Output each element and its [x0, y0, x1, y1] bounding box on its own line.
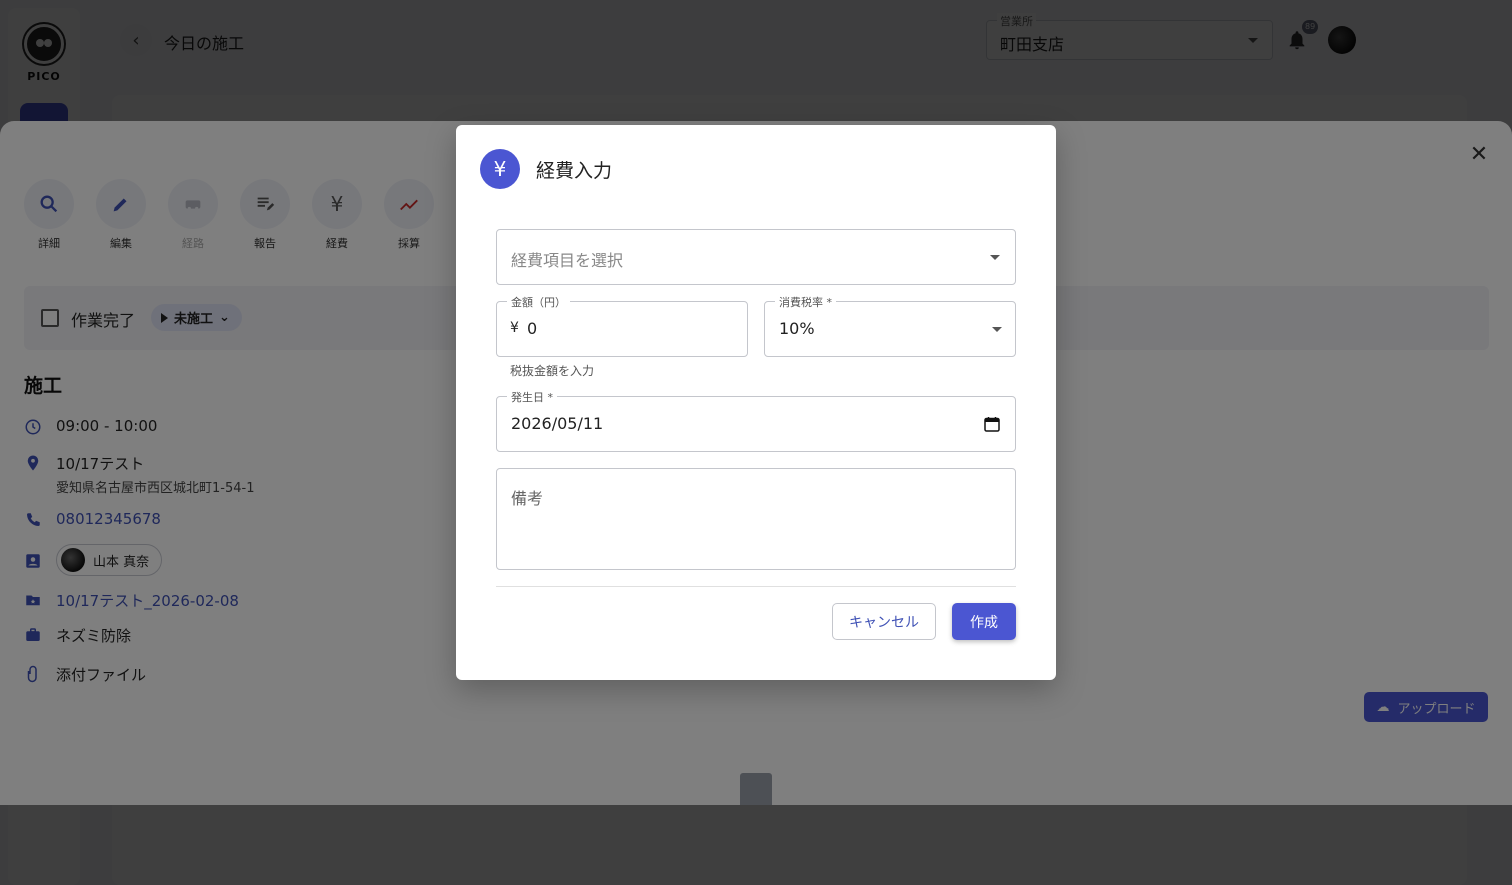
tax-rate-label: 消費税率 * — [775, 294, 836, 310]
yen-icon: ¥ — [480, 149, 520, 189]
cancel-button[interactable]: キャンセル — [832, 603, 936, 640]
modal-title: 経費入力 — [536, 159, 613, 182]
expense-modal: ¥ 経費入力 経費項目を選択 金額（円） ¥ 0 消費税率 * 10% 税抜金額… — [456, 125, 1056, 680]
amount-helper-text: 税抜金額を入力 — [510, 364, 595, 378]
tax-rate-value: 10% — [779, 319, 815, 338]
date-field[interactable]: 発生日 * 2026/05/11 — [496, 389, 1016, 452]
expense-item-placeholder: 経費項目を選択 — [511, 251, 624, 270]
expense-item-select[interactable]: 経費項目を選択 — [496, 229, 1016, 285]
amount-value: 0 — [527, 319, 538, 338]
modal-header: ¥ 経費入力 — [480, 149, 612, 189]
amount-label: 金額（円） — [507, 294, 570, 310]
notes-field[interactable]: 備考 — [496, 468, 1016, 570]
amount-prefix: ¥ — [510, 320, 519, 336]
calendar-icon[interactable] — [984, 416, 1000, 432]
create-button[interactable]: 作成 — [952, 603, 1016, 640]
modal-divider — [496, 586, 1016, 587]
tax-rate-select[interactable]: 消費税率 * 10% — [764, 294, 1016, 357]
caret-down-icon — [992, 327, 1002, 332]
notes-placeholder: 備考 — [511, 489, 544, 508]
caret-down-icon — [990, 255, 1000, 260]
date-label: 発生日 * — [507, 389, 557, 405]
date-value: 2026/05/11 — [511, 414, 604, 433]
amount-field[interactable]: 金額（円） ¥ 0 — [496, 294, 748, 357]
